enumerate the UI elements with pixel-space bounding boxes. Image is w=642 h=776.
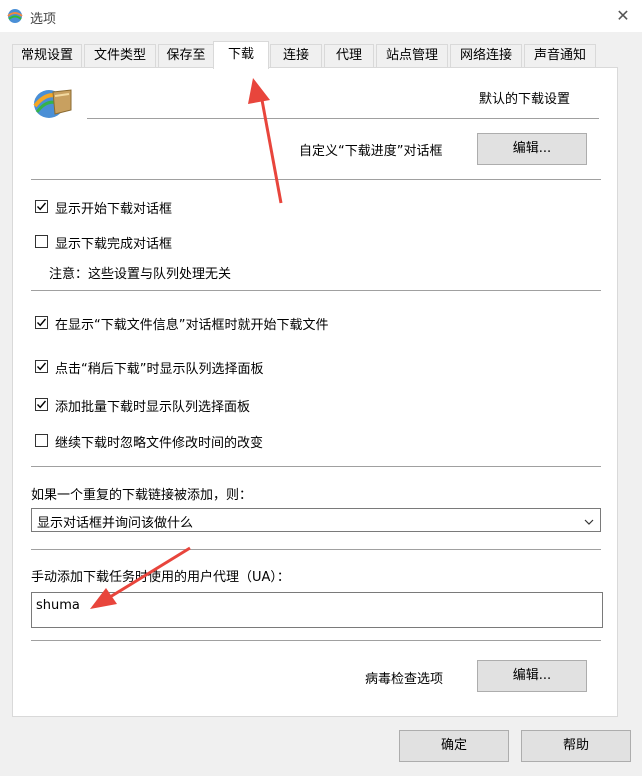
divider bbox=[31, 290, 601, 292]
later-queue-panel-label: 点击“稍后下载”时显示队列选择面板 bbox=[55, 362, 264, 377]
batch-queue-panel-label: 添加批量下载时显示队列选择面板 bbox=[55, 400, 251, 415]
tab-file-types[interactable]: 文件类型 bbox=[84, 44, 156, 68]
ok-button[interactable]: 确定 bbox=[399, 730, 509, 762]
duplicate-label: 如果一个重复的下载链接被添加，则： bbox=[31, 488, 253, 503]
show-complete-dialog-label: 显示下载完成对话框 bbox=[55, 237, 173, 252]
divider bbox=[31, 179, 601, 181]
tab-download[interactable]: 下载 bbox=[213, 41, 269, 69]
tab-sound[interactable]: 声音通知 bbox=[524, 44, 596, 68]
show-complete-dialog-checkbox[interactable] bbox=[35, 235, 48, 248]
help-button[interactable]: 帮助 bbox=[521, 730, 631, 762]
divider bbox=[31, 466, 601, 468]
tab-save-to[interactable]: 保存至 bbox=[158, 44, 214, 68]
user-agent-field[interactable] bbox=[36, 598, 596, 613]
duplicate-action-select[interactable]: 显示对话框并询问该做什么 bbox=[31, 508, 601, 532]
window-title: 选项 bbox=[30, 12, 57, 27]
edit-progress-dialog-button[interactable]: 编辑... bbox=[477, 133, 587, 165]
ignore-mtime-checkbox[interactable] bbox=[35, 434, 48, 447]
start-on-info-dialog-checkbox[interactable] bbox=[35, 316, 48, 329]
title-bar: 选项 ✕ bbox=[0, 0, 642, 32]
later-queue-panel-checkbox[interactable] bbox=[35, 360, 48, 373]
divider bbox=[87, 118, 599, 120]
ignore-mtime-label: 继续下载时忽略文件修改时间的改变 bbox=[55, 436, 264, 451]
tab-connection[interactable]: 连接 bbox=[270, 44, 322, 68]
tab-proxy[interactable]: 代理 bbox=[324, 44, 374, 68]
tab-general[interactable]: 常规设置 bbox=[12, 44, 82, 68]
progress-dialog-label: 自定义“下载进度”对话框 bbox=[299, 144, 443, 159]
download-settings-panel: 默认的下载设置 自定义“下载进度”对话框 编辑... 显示开始下载对话框 显示下… bbox=[12, 67, 618, 717]
divider bbox=[31, 640, 601, 642]
virus-check-label: 病毒检查选项 bbox=[365, 672, 444, 687]
idm-download-icon bbox=[31, 82, 75, 122]
idm-globe-icon bbox=[6, 7, 24, 25]
duplicate-action-value: 显示对话框并询问该做什么 bbox=[37, 516, 194, 531]
start-on-info-dialog-label: 在显示“下载文件信息”对话框时就开始下载文件 bbox=[55, 318, 329, 333]
divider bbox=[31, 549, 601, 551]
queue-note: 注意：这些设置与队列处理无关 bbox=[49, 267, 232, 282]
show-start-dialog-label: 显示开始下载对话框 bbox=[55, 202, 173, 217]
edit-virus-check-button[interactable]: 编辑... bbox=[477, 660, 587, 692]
user-agent-label: 手动添加下载任务时使用的用户代理（UA）： bbox=[31, 570, 290, 585]
batch-queue-panel-checkbox[interactable] bbox=[35, 398, 48, 411]
chevron-down-icon bbox=[584, 515, 594, 530]
tab-site-manager[interactable]: 站点管理 bbox=[376, 44, 448, 68]
user-agent-input-box[interactable] bbox=[31, 592, 603, 628]
close-icon[interactable]: ✕ bbox=[612, 5, 634, 27]
show-start-dialog-checkbox[interactable] bbox=[35, 200, 48, 213]
section-title: 默认的下载设置 bbox=[479, 92, 571, 107]
tab-network[interactable]: 网络连接 bbox=[450, 44, 522, 68]
